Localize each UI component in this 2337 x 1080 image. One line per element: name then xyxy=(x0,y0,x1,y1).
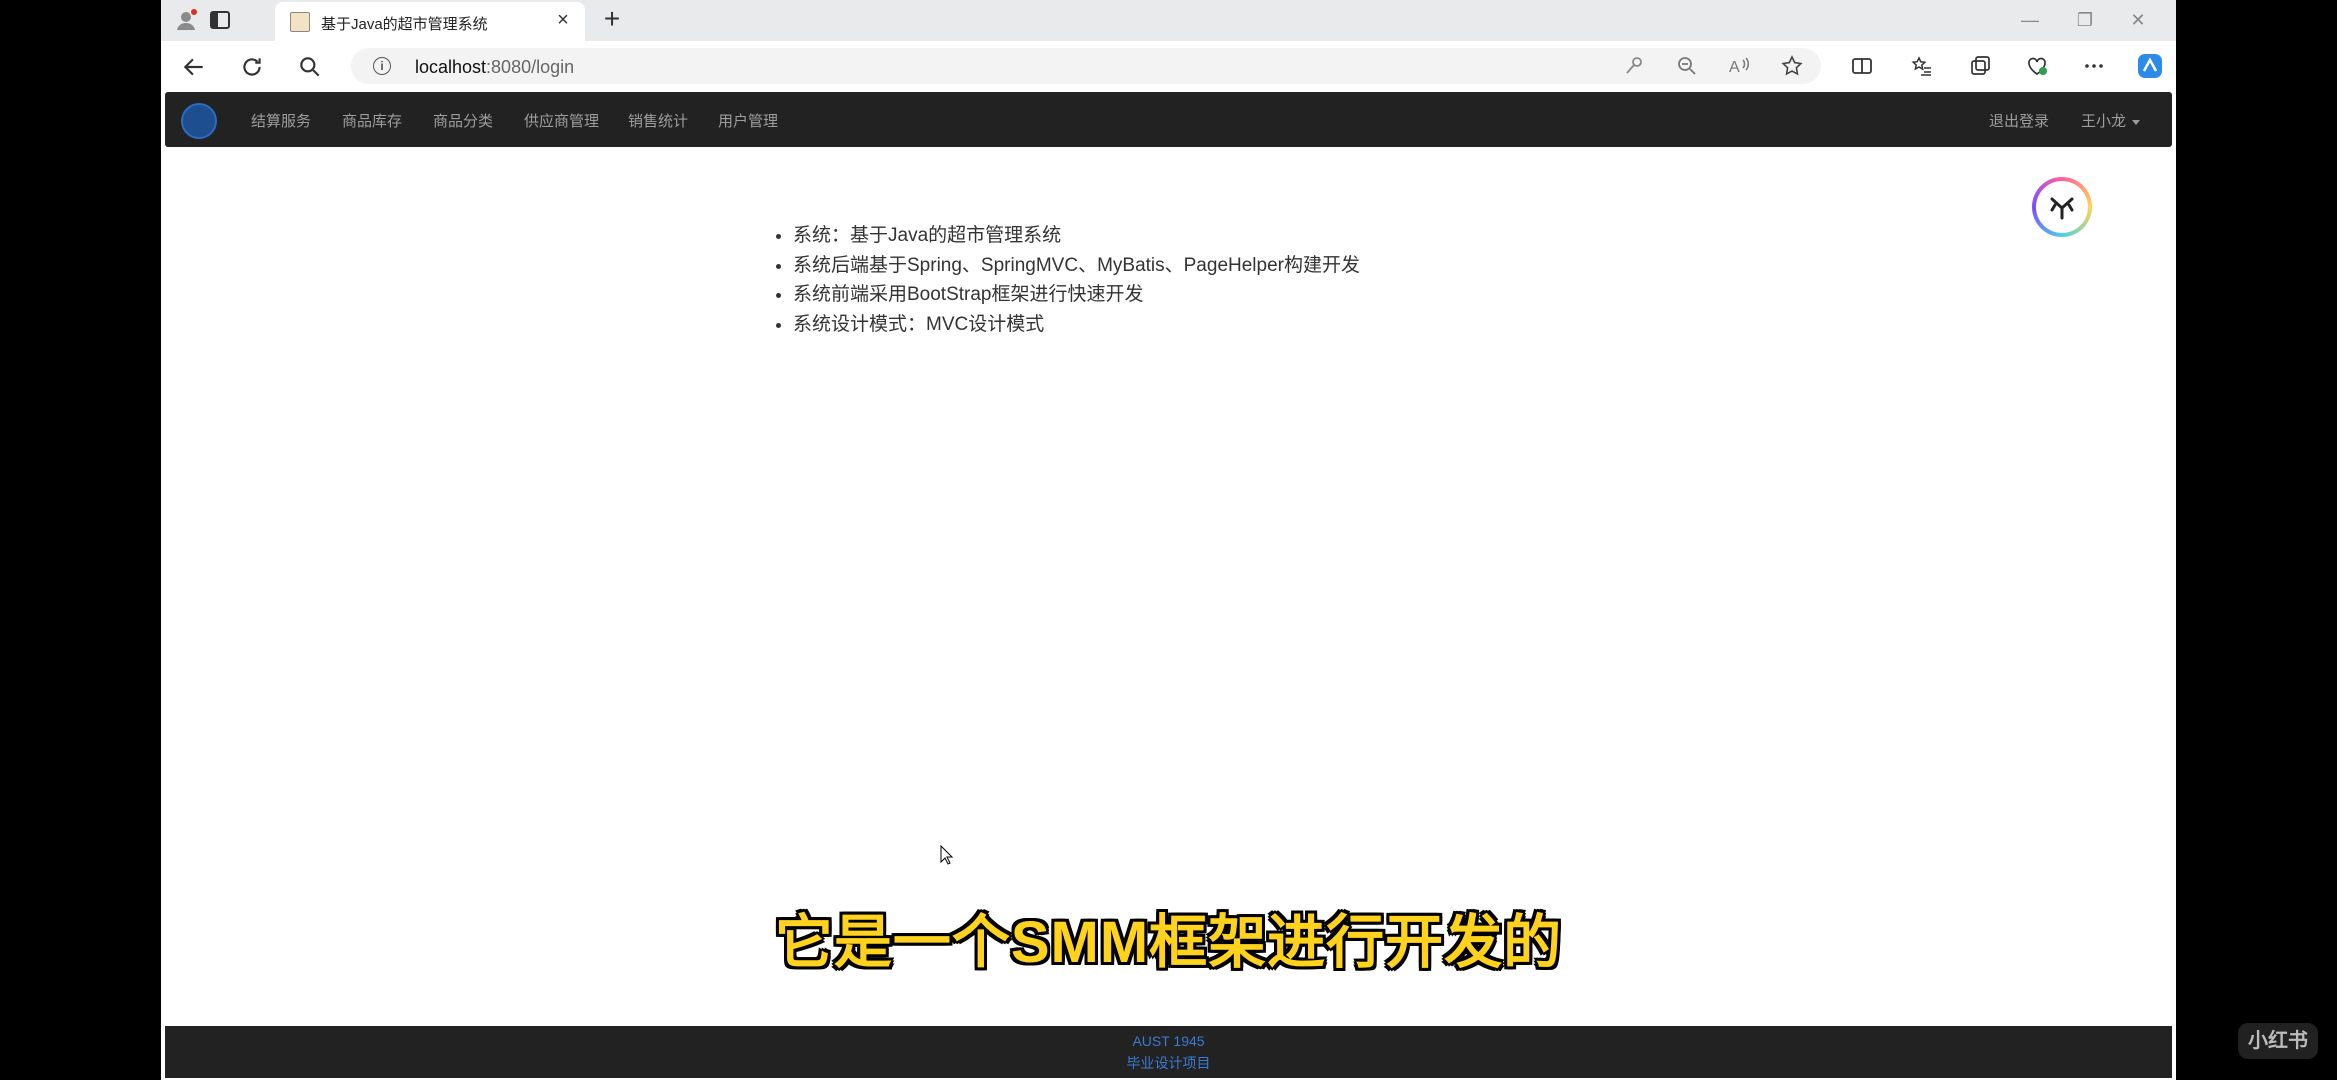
back-icon[interactable] xyxy=(181,54,207,80)
url-host: localhost xyxy=(415,57,487,77)
app-navbar: 结算服务 商品库存 商品分类 供应商管理 销售统计 用户管理 退出登录 王小龙 xyxy=(165,92,2172,147)
mouse-cursor-icon xyxy=(940,845,954,865)
list-item: 系统后端基于Spring、SpringMVC、MyBatis、PageHelpe… xyxy=(793,251,1360,281)
list-item: 系统：基于Java的超市管理系统 xyxy=(793,221,1360,251)
svg-text:A: A xyxy=(1729,59,1740,76)
watermark: 小红书 xyxy=(2238,1023,2318,1059)
address-bar[interactable]: i localhost:8080/login xyxy=(351,48,1821,84)
browser-essentials-icon[interactable] xyxy=(2025,54,2049,78)
user-name: 王小龙 xyxy=(2081,113,2127,130)
favicon-icon xyxy=(290,12,310,32)
app-logo[interactable] xyxy=(181,103,217,139)
assistant-icon[interactable] xyxy=(2032,177,2092,237)
favorite-star-icon[interactable] xyxy=(1780,54,1804,78)
copilot-icon[interactable] xyxy=(2135,51,2165,81)
footer-line-2: 毕业设计项目 xyxy=(1126,1055,1211,1071)
zoom-out-icon[interactable] xyxy=(1675,54,1699,78)
search-icon[interactable] xyxy=(297,54,323,80)
caret-down-icon xyxy=(2132,119,2141,125)
read-aloud-icon[interactable]: A xyxy=(1727,54,1751,78)
new-tab-icon[interactable]: + xyxy=(599,5,625,33)
url-text[interactable]: localhost:8080/login xyxy=(415,57,574,78)
favorites-list-icon[interactable] xyxy=(1910,54,1934,78)
more-options-icon[interactable] xyxy=(2082,54,2106,78)
close-window-icon[interactable]: ✕ xyxy=(2126,8,2150,32)
list-item: 系统设计模式：MVC设计模式 xyxy=(793,310,1360,340)
nav-users[interactable]: 用户管理 xyxy=(718,110,778,131)
key-icon[interactable] xyxy=(1622,54,1646,78)
feature-list: 系统：基于Java的超市管理系统 系统后端基于Spring、SpringMVC、… xyxy=(771,221,1360,339)
address-toolbar: i localhost:8080/login A xyxy=(161,41,2176,92)
list-item: 系统前端采用BootStrap框架进行快速开发 xyxy=(793,280,1360,310)
url-path: :8080/login xyxy=(486,57,575,77)
restore-icon[interactable]: ❐ xyxy=(2073,8,2097,32)
nav-checkout[interactable]: 结算服务 xyxy=(251,110,311,131)
nav-inventory[interactable]: 商品库存 xyxy=(342,110,402,131)
nav-suppliers[interactable]: 供应商管理 xyxy=(524,110,599,131)
logout-link[interactable]: 退出登录 xyxy=(1989,110,2049,131)
tab-strip: 基于Java的超市管理系统 × + — ❐ ✕ xyxy=(161,0,2176,41)
profile-icon[interactable] xyxy=(174,8,198,32)
user-menu[interactable]: 王小龙 xyxy=(2081,110,2141,131)
split-screen-icon[interactable] xyxy=(1850,54,1874,78)
video-subtitle: 它是一个SMM框架进行开发的 xyxy=(774,910,1563,975)
tab-active[interactable]: 基于Java的超市管理系统 × xyxy=(275,2,585,41)
tab-title: 基于Java的超市管理系统 xyxy=(321,16,488,33)
tab-actions-icon[interactable] xyxy=(208,8,232,32)
site-info-icon[interactable]: i xyxy=(373,57,391,75)
minimize-icon[interactable]: — xyxy=(2018,8,2042,32)
nav-categories[interactable]: 商品分类 xyxy=(433,110,493,131)
page-footer: AUST 1945 毕业设计项目 xyxy=(165,1026,2172,1078)
refresh-icon[interactable] xyxy=(239,54,265,80)
collections-icon[interactable] xyxy=(1968,54,1992,78)
close-tab-icon[interactable]: × xyxy=(553,10,573,30)
footer-line-1: AUST 1945 xyxy=(1132,1033,1205,1049)
nav-sales-stats[interactable]: 销售统计 xyxy=(628,110,688,131)
